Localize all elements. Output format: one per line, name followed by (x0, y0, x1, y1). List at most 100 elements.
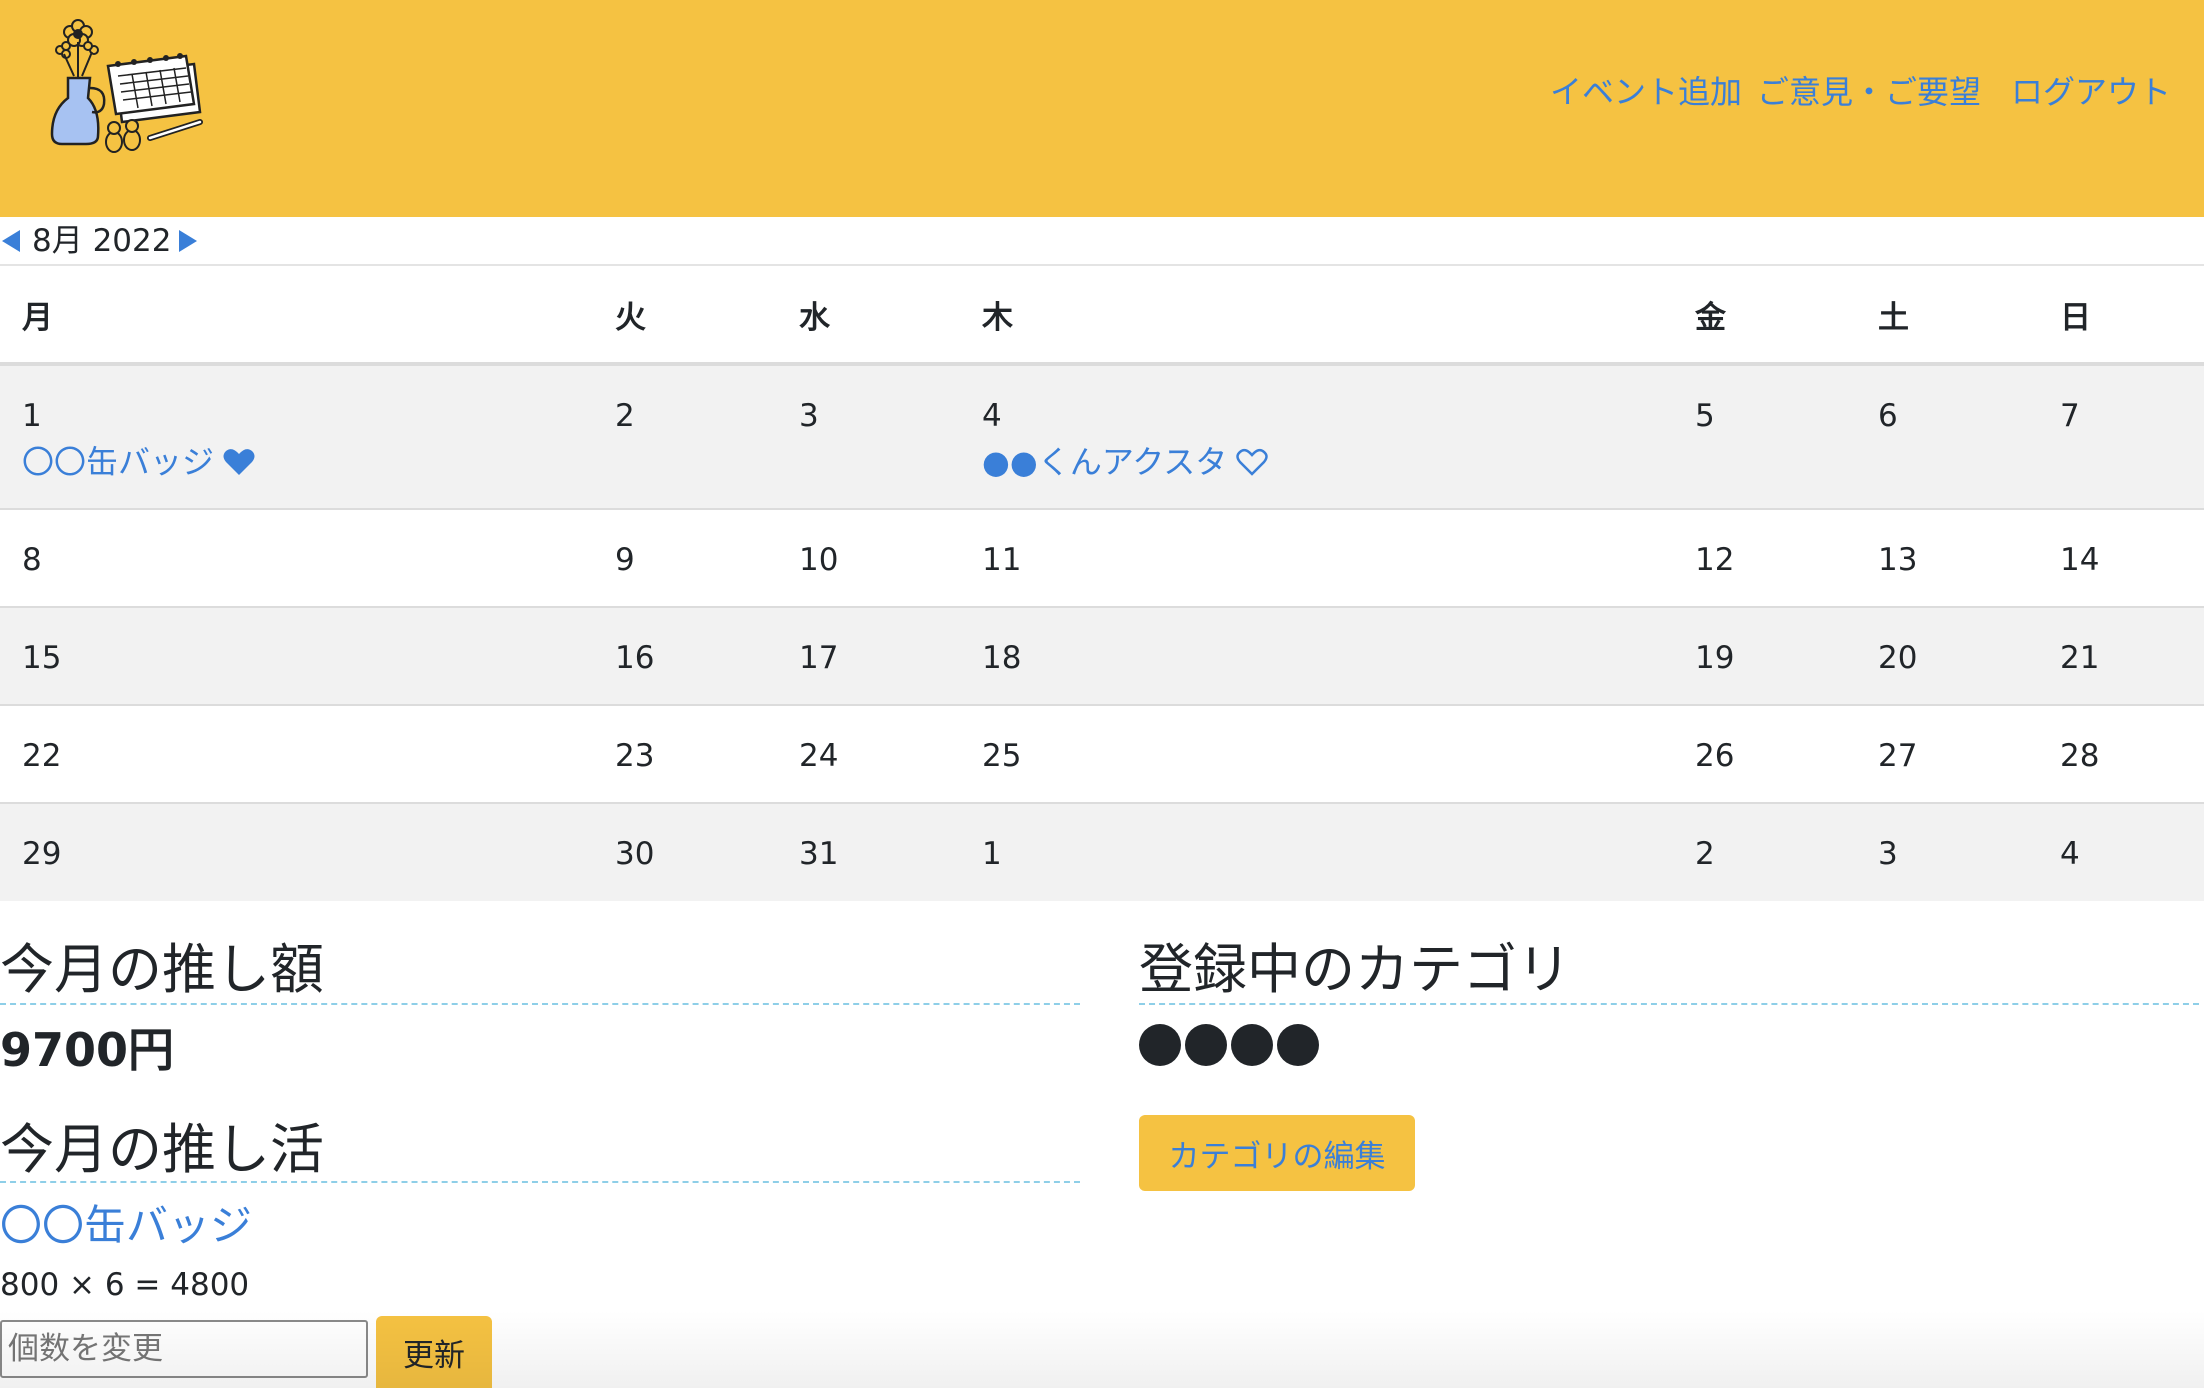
day-cell[interactable]: 14 (2038, 508, 2204, 607)
day-number: 15 (22, 640, 62, 676)
day-cell[interactable]: 20 (1856, 606, 2038, 705)
activity-item-link[interactable]: 〇〇缶バッジ (0, 1200, 252, 1252)
day-number: 2 (1695, 836, 1715, 872)
day-cell[interactable]: 4 ●●くんアクスタ (960, 363, 1673, 509)
day-cell[interactable]: 12 (1673, 508, 1856, 607)
category-dot (1277, 1024, 1319, 1066)
day-cell[interactable]: 28 (2038, 704, 2204, 803)
day-number: 19 (1695, 640, 1735, 676)
nav-logout-link[interactable]: ログアウト (2011, 70, 2171, 114)
day-number: 31 (799, 836, 839, 872)
quantity-change-input[interactable] (0, 1320, 368, 1378)
day-cell[interactable]: 11 (960, 508, 1673, 607)
category-dot (1185, 1024, 1227, 1066)
day-number: 20 (1878, 640, 1918, 676)
day-number: 6 (1878, 398, 1898, 434)
day-cell[interactable]: 18 (960, 606, 1673, 705)
day-cell[interactable]: 30 (593, 802, 777, 901)
day-cell[interactable]: 29 (0, 802, 593, 901)
day-number: 22 (22, 738, 62, 774)
day-number: 8 (22, 542, 42, 578)
week-row: 15 16 17 18 19 20 21 (0, 606, 2204, 705)
day-number: 30 (615, 836, 655, 872)
day-cell[interactable]: 21 (2038, 606, 2204, 705)
monthly-amount-value: 9700円 (0, 1023, 175, 1077)
day-number: 7 (2060, 398, 2080, 434)
monthly-amount-heading: 今月の推し額 (0, 937, 1080, 1005)
weekday-header: 月 (0, 266, 593, 366)
day-number: 18 (982, 640, 1022, 676)
event-label: 〇〇缶バッジ (22, 443, 215, 481)
day-cell[interactable]: 4 (2038, 802, 2204, 901)
nav-feedback-link[interactable]: ご意見・ご要望 (1757, 70, 1981, 114)
day-number: 13 (1878, 542, 1918, 578)
category-dots (1139, 1024, 1319, 1072)
day-cell[interactable]: 16 (593, 606, 777, 705)
day-number: 1 (982, 836, 1002, 872)
week-row: 29 30 31 1 2 3 4 (0, 802, 2204, 901)
day-cell[interactable]: 3 (1856, 802, 2038, 901)
day-cell[interactable]: 26 (1673, 704, 1856, 803)
day-number: 16 (615, 640, 655, 676)
day-number: 11 (982, 542, 1022, 578)
heart-outline-icon[interactable] (1235, 447, 1269, 477)
day-cell[interactable]: 31 (777, 802, 960, 901)
triangle-left-icon[interactable] (0, 228, 22, 254)
weekday-header-row: 月 火 水 木 金 土 日 (0, 266, 2204, 366)
day-cell[interactable]: 15 (0, 606, 593, 705)
triangle-right-icon[interactable] (177, 228, 199, 254)
category-dot (1139, 1024, 1181, 1066)
edit-categories-button[interactable]: カテゴリの編集 (1139, 1115, 1415, 1191)
day-cell[interactable]: 24 (777, 704, 960, 803)
day-number: 9 (615, 542, 635, 578)
weekday-header: 木 (960, 266, 1673, 366)
day-cell[interactable]: 2 (593, 363, 777, 509)
weekday-header: 火 (593, 266, 777, 366)
current-month-label: 8月 2022 (32, 223, 172, 259)
day-number: 17 (799, 640, 839, 676)
day-cell[interactable]: 1 〇〇缶バッジ (0, 363, 593, 509)
category-dot (1231, 1024, 1273, 1066)
day-cell[interactable]: 10 (777, 508, 960, 607)
day-cell[interactable]: 9 (593, 508, 777, 607)
site-header: イベント追加 ご意見・ご要望 ログアウト (0, 0, 2204, 217)
day-cell[interactable]: 1 (960, 802, 1673, 901)
day-cell[interactable]: 25 (960, 704, 1673, 803)
update-button[interactable]: 更新 (376, 1316, 492, 1388)
day-number: 12 (1695, 542, 1735, 578)
day-number: 4 (982, 398, 1002, 434)
day-number: 3 (1878, 836, 1898, 872)
month-navigation: 8月 2022 (0, 218, 2204, 266)
day-number: 26 (1695, 738, 1735, 774)
day-cell[interactable]: 8 (0, 508, 593, 607)
day-number: 5 (1695, 398, 1715, 434)
registered-categories-heading: 登録中のカテゴリ (1139, 937, 2199, 1005)
day-number: 4 (2060, 836, 2080, 872)
day-number: 14 (2060, 542, 2100, 578)
day-cell[interactable]: 17 (777, 606, 960, 705)
day-number: 10 (799, 542, 839, 578)
day-cell[interactable]: 27 (1856, 704, 2038, 803)
week-row: 8 9 10 11 12 13 14 (0, 508, 2204, 607)
weekday-header: 土 (1856, 266, 2038, 366)
header-nav: イベント追加 ご意見・ご要望 ログアウト (0, 70, 2204, 114)
day-cell[interactable]: 13 (1856, 508, 2038, 607)
week-row: 22 23 24 25 26 27 28 (0, 704, 2204, 803)
day-cell[interactable]: 3 (777, 363, 960, 509)
event-link[interactable]: 〇〇缶バッジ (22, 442, 256, 482)
day-cell[interactable]: 6 (1856, 363, 2038, 509)
heart-filled-icon[interactable] (222, 447, 256, 477)
day-cell[interactable]: 23 (593, 704, 777, 803)
day-number: 23 (615, 738, 655, 774)
day-number: 27 (1878, 738, 1918, 774)
event-label: ●●くんアクスタ (982, 443, 1228, 481)
nav-add-event-link[interactable]: イベント追加 (1550, 70, 1742, 114)
day-cell[interactable]: 2 (1673, 802, 1856, 901)
day-number: 3 (799, 398, 819, 434)
day-cell[interactable]: 5 (1673, 363, 1856, 509)
event-link[interactable]: ●●くんアクスタ (982, 442, 1269, 482)
day-cell[interactable]: 7 (2038, 363, 2204, 509)
day-number: 2 (615, 398, 635, 434)
day-cell[interactable]: 19 (1673, 606, 1856, 705)
day-cell[interactable]: 22 (0, 704, 593, 803)
